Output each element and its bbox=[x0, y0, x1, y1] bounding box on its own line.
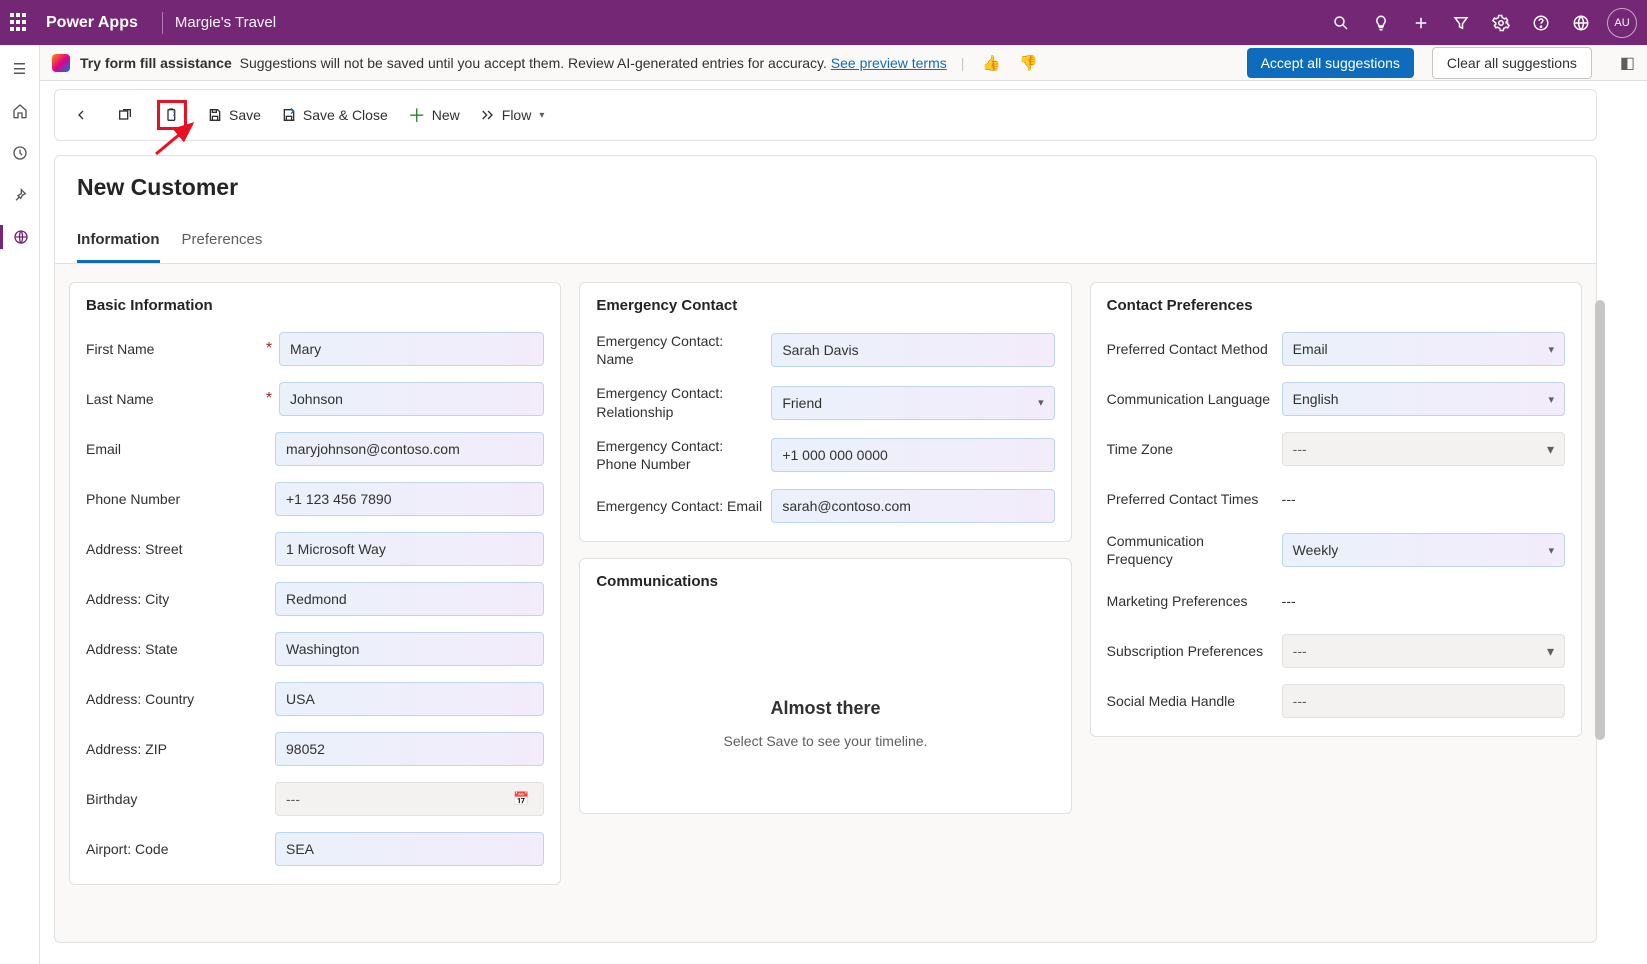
command-bar: Save Save & Close ＋New Flow▾ bbox=[54, 89, 1597, 141]
ec-phone-input[interactable] bbox=[771, 438, 1054, 472]
preferred-contact-times-value[interactable]: --- bbox=[1282, 487, 1565, 511]
chevron-down-icon: ▾ bbox=[1547, 441, 1554, 458]
clear-all-suggestions-button[interactable]: Clear all suggestions bbox=[1432, 47, 1592, 79]
filter-icon[interactable] bbox=[1441, 0, 1481, 45]
chevron-down-icon: ▾ bbox=[1548, 393, 1554, 406]
last-name-input[interactable] bbox=[279, 382, 544, 416]
home-icon[interactable] bbox=[8, 99, 32, 123]
left-nav-rail: ☰ bbox=[0, 45, 40, 964]
section-title: Communications bbox=[596, 573, 1054, 590]
section-emergency-contact: Emergency Contact Emergency Contact: Nam… bbox=[579, 282, 1071, 542]
lightbulb-icon[interactable] bbox=[1361, 0, 1401, 45]
global-header: Power Apps Margie's Travel AU bbox=[0, 0, 1647, 45]
pinned-icon[interactable] bbox=[8, 183, 32, 207]
smart-paste-button[interactable] bbox=[157, 100, 187, 130]
page-title: New Customer bbox=[77, 174, 1574, 201]
assist-strong: Try form fill assistance bbox=[80, 55, 232, 71]
app-name: Margie's Travel bbox=[175, 14, 276, 31]
email-input[interactable] bbox=[275, 432, 544, 466]
brand-label: Power Apps bbox=[46, 14, 138, 32]
section-title: Basic Information bbox=[86, 297, 544, 314]
form-fill-assist-banner: Try form fill assistance Suggestions wil… bbox=[40, 45, 1647, 81]
marketing-preferences-value[interactable]: --- bbox=[1282, 589, 1565, 613]
plus-icon: ＋ bbox=[408, 102, 426, 128]
open-in-new-icon[interactable] bbox=[113, 103, 137, 127]
chevron-down-icon: ▾ bbox=[539, 110, 544, 121]
search-icon[interactable] bbox=[1321, 0, 1361, 45]
subscription-preferences-select[interactable]: ---▾ bbox=[1282, 634, 1565, 668]
copilot-sidepane-icon[interactable]: ◧ bbox=[1620, 53, 1635, 73]
state-input[interactable] bbox=[275, 632, 544, 666]
social-media-handle-input[interactable]: --- bbox=[1282, 684, 1565, 718]
airport-code-input[interactable] bbox=[275, 832, 544, 866]
add-icon[interactable] bbox=[1401, 0, 1441, 45]
ec-relationship-select[interactable]: Friend▾ bbox=[771, 386, 1054, 420]
header-separator bbox=[162, 12, 163, 34]
hamburger-icon[interactable]: ☰ bbox=[8, 57, 32, 81]
phone-input[interactable] bbox=[275, 482, 544, 516]
ec-email-input[interactable] bbox=[771, 489, 1054, 523]
calendar-icon: 📅 bbox=[513, 791, 533, 807]
assist-text: Suggestions will not be saved until you … bbox=[236, 55, 831, 71]
time-zone-select[interactable]: ---▾ bbox=[1282, 432, 1565, 466]
communication-language-select[interactable]: English▾ bbox=[1282, 382, 1565, 416]
chevron-down-icon: ▾ bbox=[1548, 343, 1554, 356]
ec-name-input[interactable] bbox=[771, 333, 1054, 367]
timeline-empty-subtitle: Select Save to see your timeline. bbox=[616, 733, 1034, 749]
save-and-close-button[interactable]: Save & Close bbox=[281, 107, 388, 123]
preferred-contact-method-select[interactable]: Email▾ bbox=[1282, 332, 1565, 366]
timeline-empty-title: Almost there bbox=[616, 698, 1034, 719]
section-contact-preferences: Contact Preferences Preferred Contact Me… bbox=[1090, 282, 1582, 737]
tab-information[interactable]: Information bbox=[77, 231, 160, 263]
save-button[interactable]: Save bbox=[207, 107, 261, 123]
preview-terms-link[interactable]: See preview terms bbox=[831, 55, 947, 71]
help-icon[interactable] bbox=[1521, 0, 1561, 45]
accept-all-suggestions-button[interactable]: Accept all suggestions bbox=[1247, 48, 1414, 78]
communication-frequency-select[interactable]: Weekly▾ bbox=[1282, 533, 1565, 567]
tab-preferences[interactable]: Preferences bbox=[182, 231, 263, 263]
scrollbar-thumb[interactable] bbox=[1595, 300, 1605, 740]
section-title: Emergency Contact bbox=[596, 297, 1054, 314]
copilot-icon bbox=[52, 54, 70, 72]
section-communications: Communications Almost there Select Save … bbox=[579, 558, 1071, 814]
user-avatar[interactable]: AU bbox=[1607, 8, 1637, 38]
city-input[interactable] bbox=[275, 582, 544, 616]
app-launcher-icon[interactable] bbox=[10, 13, 30, 33]
chevron-down-icon: ▾ bbox=[1547, 643, 1554, 660]
chevron-down-icon: ▾ bbox=[1548, 544, 1554, 557]
birthday-input[interactable]: ---📅 bbox=[275, 782, 544, 816]
sitemap-entity-icon[interactable] bbox=[0, 225, 40, 249]
record-header: New Customer Information Preferences bbox=[54, 155, 1597, 264]
environment-icon[interactable] bbox=[1561, 0, 1601, 45]
first-name-input[interactable] bbox=[279, 332, 544, 366]
thumbs-up-icon[interactable]: 👍 bbox=[978, 54, 1005, 72]
form-tabs: Information Preferences bbox=[77, 231, 1574, 263]
thumbs-down-icon[interactable]: 👎 bbox=[1015, 54, 1042, 72]
country-input[interactable] bbox=[275, 682, 544, 716]
chevron-down-icon: ▾ bbox=[1038, 396, 1044, 409]
recent-icon[interactable] bbox=[8, 141, 32, 165]
settings-gear-icon[interactable] bbox=[1481, 0, 1521, 45]
new-button[interactable]: ＋New bbox=[408, 102, 460, 128]
section-basic-information: Basic Information First Name* Last Name*… bbox=[69, 282, 561, 885]
section-title: Contact Preferences bbox=[1107, 297, 1565, 314]
zip-input[interactable] bbox=[275, 732, 544, 766]
back-button[interactable] bbox=[69, 103, 93, 127]
flow-button[interactable]: Flow▾ bbox=[480, 107, 545, 123]
street-input[interactable] bbox=[275, 532, 544, 566]
